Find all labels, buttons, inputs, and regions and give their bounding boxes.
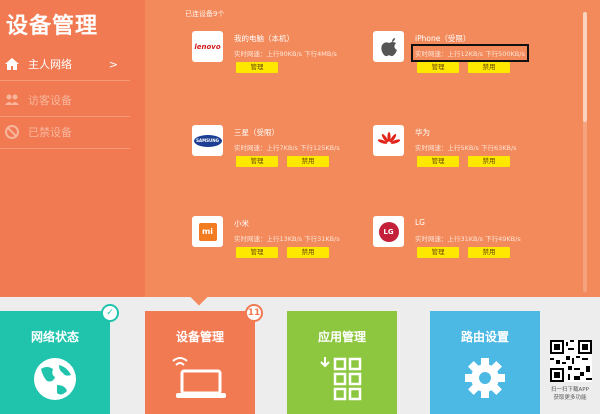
manage-button[interactable]: 管理 (417, 247, 459, 258)
globe-icon (34, 358, 76, 400)
samsung-logo: SAMSUNG (192, 125, 223, 156)
tile-label: 路由设置 (460, 330, 509, 344)
device-item: SAMSUNG 三星（受限） 实时网速：上行7KB/s 下行125KB/s 管理… (192, 125, 382, 185)
device-item: LG LG 实时网速：上行31KB/s 下行49KB/s 管理 禁用 (373, 216, 563, 276)
laptop-icon (172, 357, 226, 398)
sidebar-item-label: 访客设备 (28, 94, 72, 107)
sidebar-item-host-network[interactable]: 主人网络 > (0, 50, 132, 78)
device-speed: 实时网速：上行5KB/s 下行63KB/s (415, 144, 517, 152)
blocked-icon (5, 125, 19, 139)
manage-button[interactable]: 管理 (236, 156, 278, 167)
disable-button[interactable]: 禁用 (287, 247, 329, 258)
disable-button[interactable]: 禁用 (287, 156, 329, 167)
device-name: 三星（受限） (234, 128, 279, 137)
device-speed: 实时网速：上行12KB/s 下行500KB/s (411, 44, 529, 62)
qr-code-icon (550, 340, 592, 382)
gear-icon (465, 358, 505, 398)
device-name: LG (415, 218, 425, 227)
huawei-logo (373, 125, 404, 156)
check-badge-icon: ✓ (101, 304, 119, 322)
page-title: 设备管理 (6, 14, 99, 39)
device-item: mi 小米 实时网速：上行13KB/s 下行31KB/s 管理 禁用 (192, 216, 382, 276)
device-item: iPhone（受限） 实时网速：上行12KB/s 下行500KB/s 管理 禁用 (373, 31, 563, 91)
tile-label: 设备管理 (175, 330, 224, 344)
device-speed: 实时网速：上行31KB/s 下行49KB/s (415, 235, 521, 243)
sidebar-item-label: 主人网络 (28, 58, 72, 71)
scrollbar-thumb[interactable] (583, 12, 587, 122)
disable-button[interactable]: 禁用 (468, 62, 510, 73)
lg-logo: LG (373, 216, 404, 247)
device-name: 我的电脑（本机） (234, 34, 294, 43)
divider (0, 116, 130, 117)
scrollbar[interactable] (583, 12, 587, 292)
chevron-right-icon: > (108, 57, 118, 71)
tile-device-management[interactable]: 设备管理 (145, 311, 255, 414)
sidebar-item-blocked-devices[interactable]: 已禁设备 (0, 118, 132, 146)
home-icon (5, 58, 19, 70)
guests-icon (5, 94, 19, 105)
connected-count: 已连设备9个 (185, 10, 225, 18)
sidebar: 设备管理 主人网络 > 访客设备 已禁设备 (0, 0, 145, 297)
device-item: lenovo 我的电脑（本机） 实时网速：上行90KB/s 下行4MB/s 管理 (192, 31, 382, 91)
divider (0, 80, 130, 81)
disable-button[interactable]: 禁用 (468, 247, 510, 258)
device-item: 华为 实时网速：上行5KB/s 下行63KB/s 管理 禁用 (373, 125, 563, 185)
device-name: 华为 (415, 128, 430, 137)
sidebar-item-guest-devices[interactable]: 访客设备 (0, 86, 132, 114)
apps-grid-icon (320, 357, 362, 401)
sidebar-item-label: 已禁设备 (28, 126, 72, 139)
device-speed: 实时网速：上行13KB/s 下行31KB/s (234, 235, 340, 243)
divider (0, 148, 130, 149)
tile-app-management[interactable]: 应用管理 (287, 311, 397, 414)
manage-button[interactable]: 管理 (417, 62, 459, 73)
lenovo-logo: lenovo (192, 31, 223, 62)
manage-button[interactable]: 管理 (417, 156, 459, 167)
xiaomi-logo: mi (192, 216, 223, 247)
device-count-badge: 11 (245, 304, 263, 322)
tile-label: 应用管理 (317, 330, 366, 344)
device-name: 小米 (234, 219, 249, 228)
manage-button[interactable]: 管理 (236, 62, 278, 73)
device-list-panel: 已连设备9个 lenovo 我的电脑（本机） 实时网速：上行90KB/s 下行4… (145, 0, 600, 297)
apple-logo (373, 31, 404, 62)
device-speed: 实时网速：上行90KB/s 下行4MB/s (234, 50, 337, 58)
tile-router-settings[interactable]: 路由设置 (430, 311, 540, 414)
tile-network-status[interactable]: 网络状态 (0, 311, 110, 414)
disable-button[interactable]: 禁用 (468, 156, 510, 167)
device-speed: 实时网速：上行7KB/s 下行125KB/s (234, 144, 340, 152)
tile-label: 网络状态 (30, 330, 79, 344)
qr-caption: 扫一扫下载APP 获取更多功能 (551, 387, 589, 401)
manage-button[interactable]: 管理 (236, 247, 278, 258)
device-name: iPhone（受限） (415, 34, 471, 43)
